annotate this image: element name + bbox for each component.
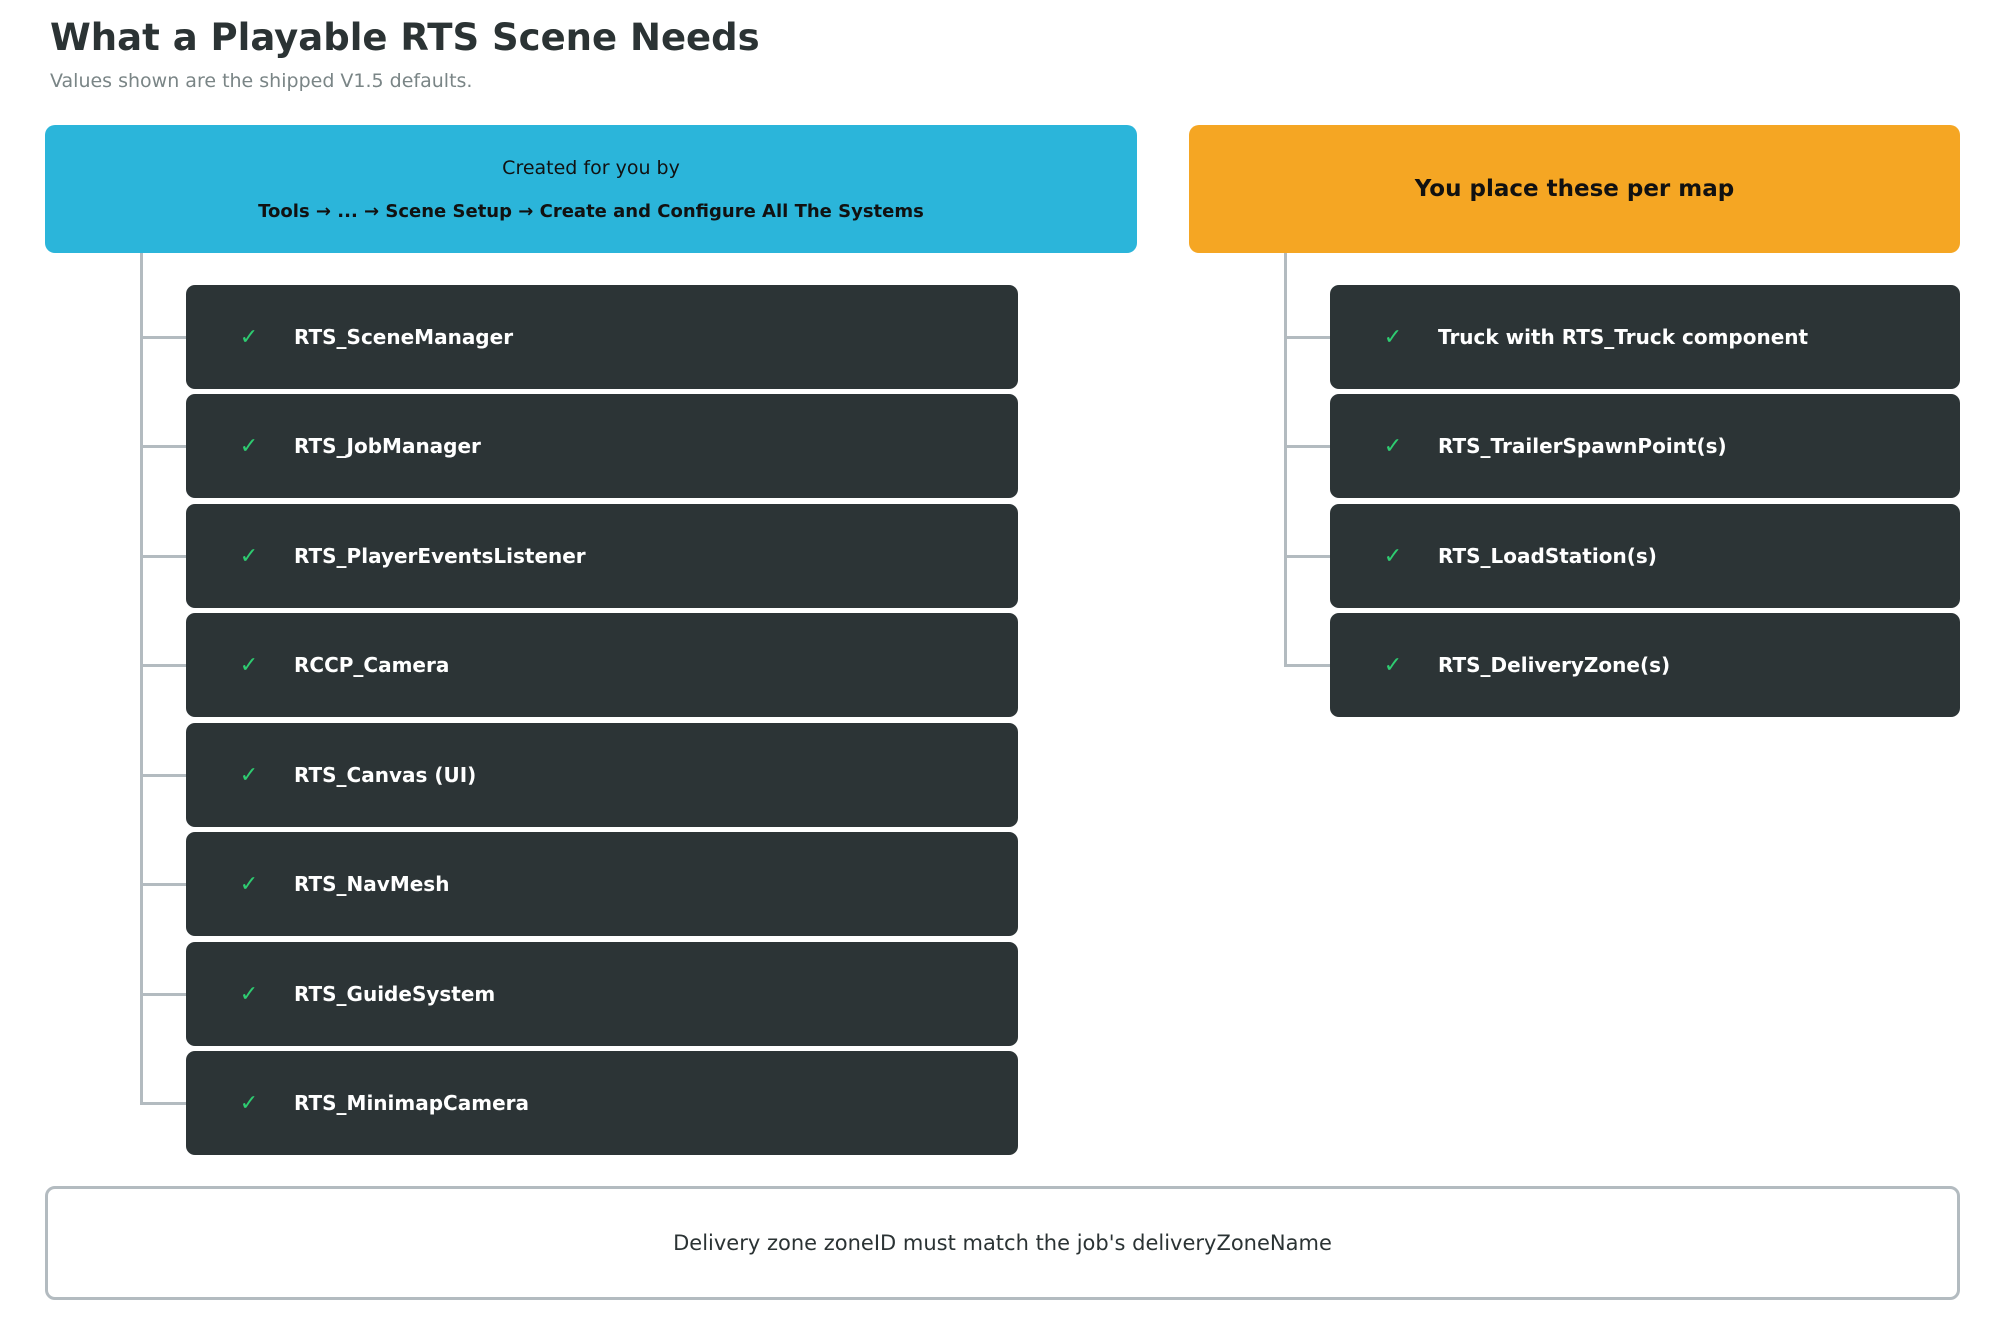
list-item: ✓ Truck with RTS_Truck component: [1330, 285, 1960, 389]
connector-branch: [140, 1102, 186, 1105]
auto-systems-header-caption: Created for you by: [502, 156, 680, 179]
checkmark-icon: ✓: [1383, 652, 1403, 678]
checkmark-icon: ✓: [239, 543, 259, 569]
list-item: ✓ RTS_JobManager: [186, 394, 1018, 498]
list-item-label: RTS_JobManager: [294, 434, 481, 458]
connector-branch: [140, 336, 186, 339]
connector-branch: [140, 555, 186, 558]
checkmark-icon: ✓: [1383, 543, 1403, 569]
list-item: ✓ RTS_NavMesh: [186, 832, 1018, 936]
connector-branch: [140, 993, 186, 996]
list-item-label: RTS_DeliveryZone(s): [1438, 653, 1671, 677]
checkmark-icon: ✓: [239, 433, 259, 459]
list-item: ✓ RTS_PlayerEventsListener: [186, 504, 1018, 608]
list-item-label: RTS_NavMesh: [294, 872, 450, 896]
manual-objects-header: You place these per map: [1189, 125, 1960, 253]
list-item: ✓ RTS_LoadStation(s): [1330, 504, 1960, 608]
auto-systems-header-menu-path: Tools → ... → Scene Setup → Create and C…: [258, 200, 924, 222]
manual-objects-header-label: You place these per map: [1414, 176, 1735, 202]
list-item-label: Truck with RTS_Truck component: [1438, 325, 1809, 349]
page-title: What a Playable RTS Scene Needs: [50, 16, 760, 59]
list-item-label: RTS_MinimapCamera: [294, 1091, 529, 1115]
checkmark-icon: ✓: [239, 652, 259, 678]
list-item: ✓ RTS_GuideSystem: [186, 942, 1018, 1046]
checkmark-icon: ✓: [239, 324, 259, 350]
list-item-label: RCCP_Camera: [294, 653, 450, 677]
auto-systems-connector-trunk: [140, 253, 143, 1105]
list-item-label: RTS_SceneManager: [294, 325, 514, 349]
connector-branch: [1284, 336, 1330, 339]
connector-branch: [140, 445, 186, 448]
checkmark-icon: ✓: [1383, 324, 1403, 350]
list-item: ✓ RTS_TrailerSpawnPoint(s): [1330, 394, 1960, 498]
delivery-zone-note: Delivery zone zoneID must match the job'…: [45, 1186, 1960, 1300]
list-item: ✓ RTS_Canvas (UI): [186, 723, 1018, 827]
connector-branch: [140, 883, 186, 886]
list-item-label: RTS_Canvas (UI): [294, 763, 477, 787]
connector-branch: [140, 774, 186, 777]
list-item: ✓ RCCP_Camera: [186, 613, 1018, 717]
page-subtitle: Values shown are the shipped V1.5 defaul…: [50, 70, 473, 92]
list-item-label: RTS_TrailerSpawnPoint(s): [1438, 434, 1727, 458]
auto-systems-header: Created for you by Tools → ... → Scene S…: [45, 125, 1137, 253]
list-item-label: RTS_GuideSystem: [294, 982, 496, 1006]
connector-branch: [1284, 664, 1330, 667]
connector-branch: [1284, 445, 1330, 448]
list-item-label: RTS_LoadStation(s): [1438, 544, 1657, 568]
checkmark-icon: ✓: [239, 981, 259, 1007]
checkmark-icon: ✓: [1383, 433, 1403, 459]
checkmark-icon: ✓: [239, 1090, 259, 1116]
connector-branch: [140, 664, 186, 667]
list-item: ✓ RTS_SceneManager: [186, 285, 1018, 389]
delivery-zone-note-text: Delivery zone zoneID must match the job'…: [673, 1231, 1332, 1255]
checkmark-icon: ✓: [239, 762, 259, 788]
checkmark-icon: ✓: [239, 871, 259, 897]
list-item: ✓ RTS_DeliveryZone(s): [1330, 613, 1960, 717]
connector-branch: [1284, 555, 1330, 558]
list-item-label: RTS_PlayerEventsListener: [294, 544, 586, 568]
list-item: ✓ RTS_MinimapCamera: [186, 1051, 1018, 1155]
manual-objects-connector-trunk: [1284, 253, 1287, 667]
